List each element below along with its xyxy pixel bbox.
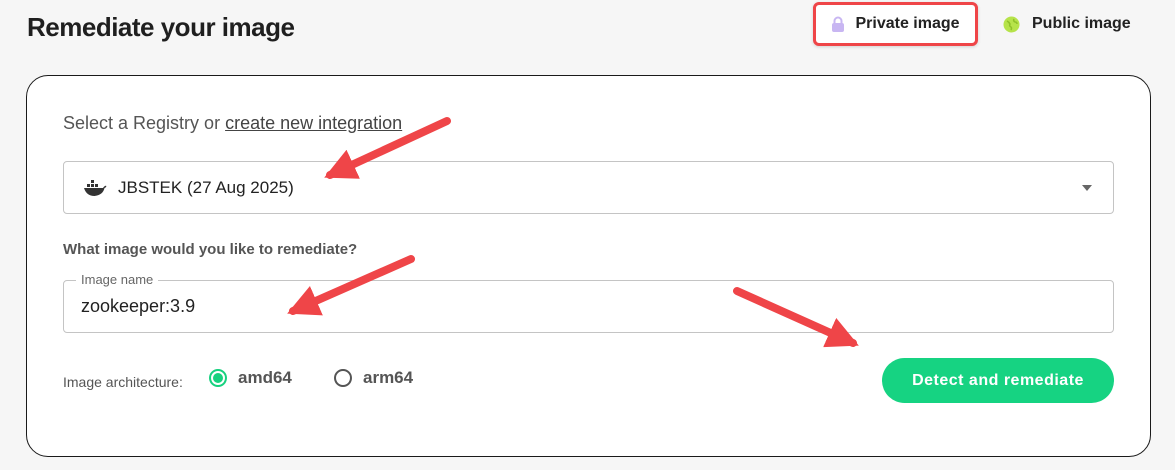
private-image-label: Private image: [855, 15, 960, 32]
arch-label-arm64: arm64: [363, 368, 414, 387]
registry-prompt: Select a Registry or create new integrat…: [63, 113, 402, 134]
image-name-label: Image name: [76, 272, 159, 288]
arch-label-amd64: amd64: [238, 368, 292, 387]
image-name-input[interactable]: [81, 296, 1081, 317]
public-image-label: Public image: [1032, 15, 1131, 32]
docker-icon: [83, 179, 107, 197]
image-mode-toggle: Private image Public image: [813, 2, 1153, 46]
registry-prompt-text: Select a Registry or: [63, 113, 221, 133]
detect-and-remediate-button[interactable]: Detect and remediate: [882, 358, 1114, 403]
registry-select[interactable]: JBSTEK (27 Aug 2025): [63, 161, 1114, 214]
radio-amd64[interactable]: [209, 369, 227, 387]
page-title: Remediate your image: [27, 12, 295, 42]
image-name-field: Image name: [63, 272, 1114, 333]
globe-icon: [1003, 16, 1020, 33]
arch-option-amd64[interactable]: amd64: [209, 368, 292, 388]
registry-selected-value: JBSTEK (27 Aug 2025): [118, 177, 294, 197]
arch-option-arm64[interactable]: arm64: [334, 368, 413, 388]
chevron-down-icon: [1082, 185, 1092, 191]
create-integration-link[interactable]: create new integration: [225, 113, 402, 133]
lock-icon: [831, 16, 845, 32]
image-question-label: What image would you like to remediate?: [63, 241, 358, 258]
remediate-card: Select a Registry or create new integrat…: [26, 75, 1151, 457]
architecture-label: Image architecture:: [63, 374, 183, 390]
radio-arm64[interactable]: [334, 369, 352, 387]
public-image-option[interactable]: Public image: [1003, 2, 1131, 46]
private-image-option[interactable]: Private image: [813, 2, 978, 46]
